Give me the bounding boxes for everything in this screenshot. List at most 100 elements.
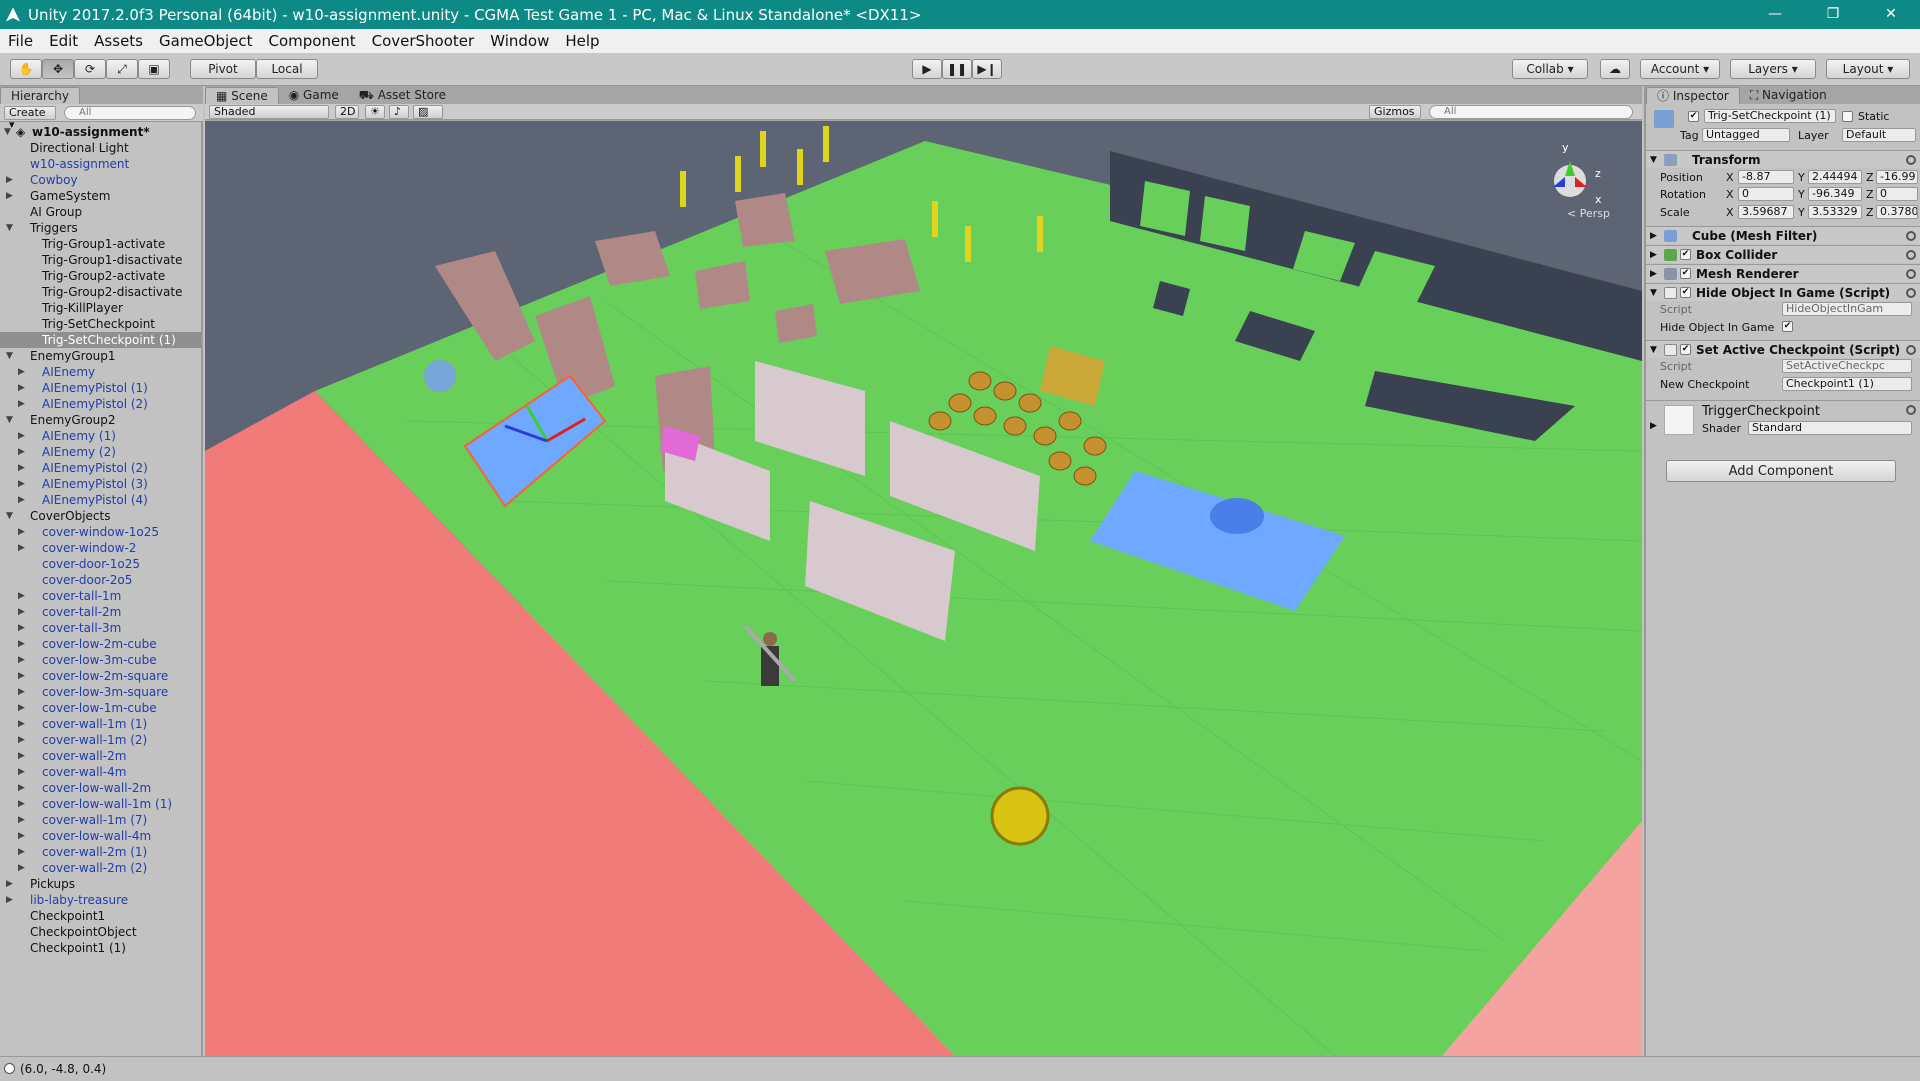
hierarchy-item[interactable]: ▶ cover-tall-3m xyxy=(0,620,201,636)
box-collider-header[interactable]: ▶ ✔ Box Collider xyxy=(1646,245,1920,263)
expand-arrow-icon[interactable]: ▶ xyxy=(18,380,25,396)
hierarchy-item[interactable]: AI Group xyxy=(0,204,201,220)
move-tool-button[interactable]: ✥ xyxy=(42,59,74,79)
hierarchy-item[interactable]: Trig-Group2-activate xyxy=(0,268,201,284)
expand-arrow-icon[interactable]: ▶ xyxy=(18,860,25,876)
layout-dropdown[interactable]: Layout ▾ xyxy=(1826,59,1910,79)
shading-dropdown[interactable]: Shaded xyxy=(209,105,329,119)
mesh-renderer-header[interactable]: ▶ ✔ Mesh Renderer xyxy=(1646,264,1920,282)
hierarchy-item[interactable]: ▶ cover-wall-2m xyxy=(0,748,201,764)
gizmos-dropdown[interactable]: Gizmos ▾ xyxy=(1369,105,1421,130)
checkpoint-script-checkbox[interactable]: ✔ xyxy=(1680,344,1691,355)
rotation-y-field[interactable]: -96.349 xyxy=(1808,187,1862,201)
hierarchy-item[interactable]: ▶ cover-wall-2m (2) xyxy=(0,860,201,876)
expand-arrow-icon[interactable]: ▶ xyxy=(18,540,25,556)
expand-arrow-icon[interactable]: ▼ xyxy=(4,124,11,140)
hierarchy-item[interactable]: ▶ cover-low-2m-cube xyxy=(0,636,201,652)
expand-arrow-icon[interactable]: ▶ xyxy=(18,428,25,444)
scale-z-field[interactable]: 0.37807 xyxy=(1876,205,1918,219)
hierarchy-item[interactable]: Checkpoint1 (1) xyxy=(0,940,201,956)
hierarchy-item[interactable]: ▶ cover-tall-1m xyxy=(0,588,201,604)
expand-arrow-icon[interactable]: ▶ xyxy=(18,524,25,540)
hide-object-checkbox[interactable]: ✔ xyxy=(1782,321,1793,332)
hierarchy-item[interactable]: ▶ cover-wall-1m (1) xyxy=(0,716,201,732)
tag-dropdown[interactable]: Untagged xyxy=(1702,128,1790,142)
tab-scene[interactable]: ▦ Scene xyxy=(205,87,279,104)
scale-y-field[interactable]: 3.53329 xyxy=(1808,205,1862,219)
checkpoint-script-header[interactable]: ▼ ✔ Set Active Checkpoint (Script) xyxy=(1646,340,1920,358)
hierarchy-item[interactable]: Directional Light xyxy=(0,140,201,156)
tab-navigation[interactable]: ⛶ Navigation xyxy=(1740,87,1837,104)
hierarchy-item[interactable]: ▶ AIEnemyPistol (4) xyxy=(0,492,201,508)
collab-dropdown[interactable]: Collab ▾ xyxy=(1512,59,1588,79)
expand-arrow-icon[interactable]: ▶ xyxy=(18,780,25,796)
play-button[interactable]: ▶ xyxy=(912,59,942,79)
expand-arrow-icon[interactable]: ▶ xyxy=(18,444,25,460)
scene-search-input[interactable]: All xyxy=(1429,105,1633,119)
tab-hierarchy[interactable]: Hierarchy xyxy=(0,87,81,104)
hierarchy-item[interactable]: ▼ CoverObjects xyxy=(0,508,201,524)
expand-arrow-icon[interactable]: ▶ xyxy=(18,396,25,412)
hierarchy-item[interactable]: ▶ cover-low-2m-square xyxy=(0,668,201,684)
mode-2d-toggle[interactable]: 2D xyxy=(335,105,359,119)
expand-arrow-icon[interactable]: ▶ xyxy=(18,476,25,492)
menu-gameobject[interactable]: GameObject xyxy=(151,32,261,50)
hierarchy-item[interactable]: ▶ cover-wall-1m (2) xyxy=(0,732,201,748)
layer-dropdown[interactable]: Default xyxy=(1842,128,1916,142)
tab-game[interactable]: ◉ Game xyxy=(279,87,349,104)
hierarchy-item[interactable]: ▼ EnemyGroup2 xyxy=(0,412,201,428)
hierarchy-item[interactable]: ▶ GameSystem xyxy=(0,188,201,204)
hierarchy-item[interactable]: ▶ lib-laby-treasure xyxy=(0,892,201,908)
hierarchy-item[interactable]: ▶ cover-wall-1m (7) xyxy=(0,812,201,828)
hierarchy-item[interactable]: Trig-KillPlayer xyxy=(0,300,201,316)
expand-arrow-icon[interactable]: ▶ xyxy=(18,620,25,636)
hierarchy-item[interactable]: w10-assignment xyxy=(0,156,201,172)
gear-icon[interactable] xyxy=(1906,288,1916,298)
expand-arrow-icon[interactable]: ▶ xyxy=(18,700,25,716)
hierarchy-item[interactable]: Checkpoint1 xyxy=(0,908,201,924)
expand-arrow-icon[interactable]: ▶ xyxy=(6,892,13,908)
hide-script-checkbox[interactable]: ✔ xyxy=(1680,287,1691,298)
expand-arrow-icon[interactable]: ▶ xyxy=(1650,421,1657,431)
rect-tool-button[interactable]: ▣ xyxy=(138,59,170,79)
hierarchy-item[interactable]: ▶ AIEnemyPistol (2) xyxy=(0,396,201,412)
hierarchy-item[interactable]: ▶ cover-low-wall-4m xyxy=(0,828,201,844)
hierarchy-item[interactable]: ▶ cover-wall-4m xyxy=(0,764,201,780)
static-checkbox[interactable] xyxy=(1842,111,1853,122)
hierarchy-item[interactable]: ▶ cover-low-3m-square xyxy=(0,684,201,700)
account-dropdown[interactable]: Account ▾ xyxy=(1640,59,1720,79)
shader-dropdown[interactable]: Standard xyxy=(1748,421,1912,435)
collapse-arrow-icon[interactable]: ▼ xyxy=(6,412,13,428)
create-dropdown[interactable]: Create ▾ xyxy=(4,106,56,131)
hide-script-field[interactable]: HideObjectInGam xyxy=(1782,302,1912,316)
cloud-button[interactable]: ☁ xyxy=(1600,59,1630,79)
expand-arrow-icon[interactable]: ▶ xyxy=(18,460,25,476)
hierarchy-item[interactable]: ▶ cover-low-wall-2m xyxy=(0,780,201,796)
hierarchy-search-input[interactable]: All xyxy=(64,106,196,120)
position-z-field[interactable]: -16.99 xyxy=(1876,170,1918,184)
expand-arrow-icon[interactable]: ▶ xyxy=(18,604,25,620)
menu-component[interactable]: Component xyxy=(261,32,364,50)
hierarchy-item[interactable]: cover-door-1o25 xyxy=(0,556,201,572)
expand-arrow-icon[interactable]: ▶ xyxy=(6,172,13,188)
minimize-button[interactable]: — xyxy=(1746,0,1804,29)
rotation-x-field[interactable]: 0 xyxy=(1738,187,1794,201)
lighting-toggle[interactable]: ☀ xyxy=(365,105,385,119)
menu-covershooter[interactable]: CoverShooter xyxy=(364,32,483,50)
effects-dropdown[interactable]: ▨ xyxy=(413,105,443,119)
gear-icon[interactable] xyxy=(1906,405,1916,415)
hierarchy-item[interactable]: ▶ cover-low-wall-1m (1) xyxy=(0,796,201,812)
expand-arrow-icon[interactable]: ▶ xyxy=(18,668,25,684)
hierarchy-item[interactable]: ▶ Cowboy xyxy=(0,172,201,188)
expand-arrow-icon[interactable]: ▶ xyxy=(18,844,25,860)
menu-help[interactable]: Help xyxy=(557,32,607,50)
expand-arrow-icon[interactable]: ▶ xyxy=(18,652,25,668)
hierarchy-item[interactable]: ▼ Triggers xyxy=(0,220,201,236)
collapse-arrow-icon[interactable]: ▼ xyxy=(6,348,13,364)
pause-button[interactable]: ❚❚ xyxy=(942,59,972,79)
position-x-field[interactable]: -8.87 xyxy=(1738,170,1794,184)
object-name-field[interactable]: Trig-SetCheckpoint (1) xyxy=(1704,109,1836,123)
hierarchy-item[interactable]: ▶ cover-wall-2m (1) xyxy=(0,844,201,860)
hierarchy-item[interactable]: ▶ AIEnemy (2) xyxy=(0,444,201,460)
local-toggle[interactable]: Local xyxy=(256,59,318,79)
